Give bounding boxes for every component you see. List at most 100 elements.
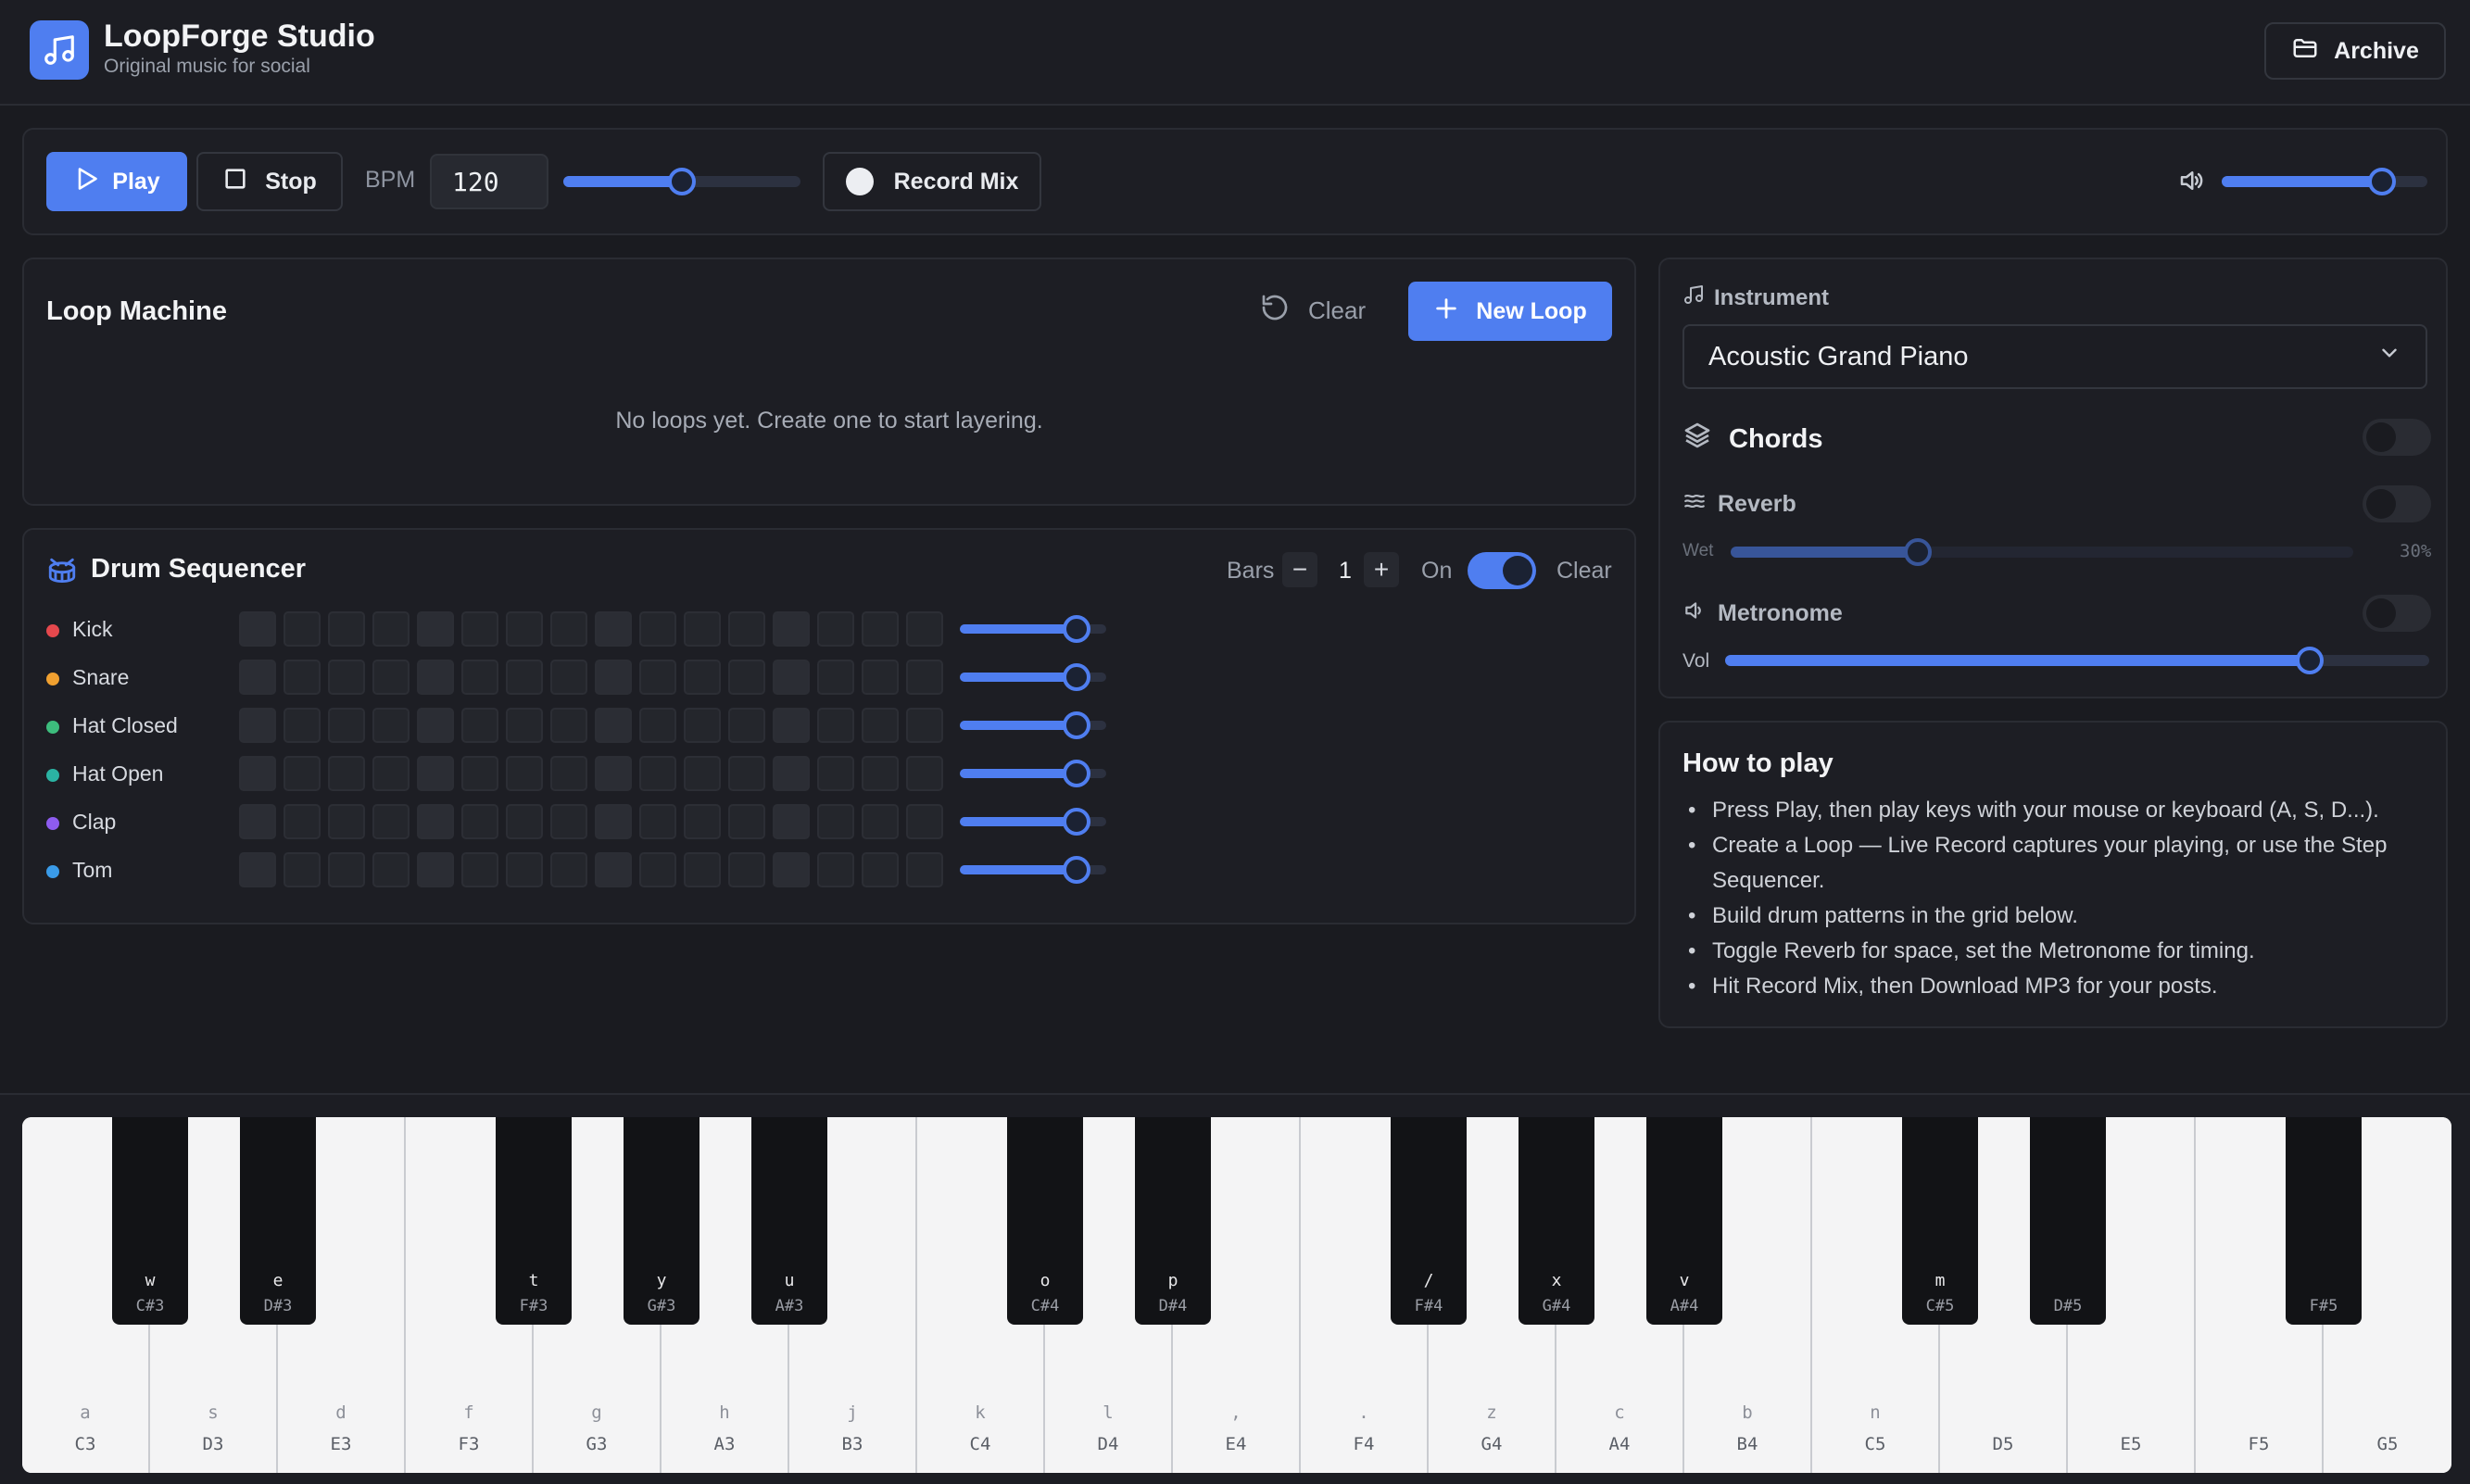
step-cell[interactable] <box>773 852 810 887</box>
step-cell[interactable] <box>284 611 321 647</box>
step-cell[interactable] <box>506 708 543 743</box>
step-cell[interactable] <box>550 611 587 647</box>
black-key[interactable]: / F#4 <box>1391 1117 1467 1325</box>
black-key[interactable]: F#5 <box>2286 1117 2362 1325</box>
step-cell[interactable] <box>372 611 410 647</box>
step-cell[interactable] <box>372 756 410 791</box>
step-cell[interactable] <box>506 611 543 647</box>
record-mix-button[interactable]: Record Mix <box>823 152 1041 211</box>
step-cell[interactable] <box>284 660 321 695</box>
step-cell[interactable] <box>728 852 765 887</box>
track-volume-thumb[interactable] <box>1063 808 1091 836</box>
step-cell[interactable] <box>506 660 543 695</box>
step-cell[interactable] <box>773 756 810 791</box>
black-key[interactable]: p D#4 <box>1135 1117 1211 1325</box>
step-cell[interactable] <box>906 852 943 887</box>
step-cell[interactable] <box>773 660 810 695</box>
step-cell[interactable] <box>239 611 276 647</box>
step-cell[interactable] <box>639 804 676 839</box>
drum-clear-button[interactable]: Clear <box>1556 558 1612 585</box>
step-cell[interactable] <box>639 660 676 695</box>
track-volume-slider[interactable] <box>960 808 1106 836</box>
step-cell[interactable] <box>728 611 765 647</box>
metronome-volume-thumb[interactable] <box>2295 647 2324 674</box>
step-cell[interactable] <box>550 804 587 839</box>
step-cell[interactable] <box>906 660 943 695</box>
track-volume-slider[interactable] <box>960 856 1106 884</box>
track-volume-slider[interactable] <box>960 663 1106 691</box>
step-cell[interactable] <box>284 708 321 743</box>
step-cell[interactable] <box>684 852 721 887</box>
instrument-select[interactable]: Acoustic Grand Piano <box>1682 324 2427 389</box>
black-key[interactable]: v A#4 <box>1646 1117 1722 1325</box>
track-volume-thumb[interactable] <box>1063 856 1091 884</box>
black-key[interactable]: e D#3 <box>240 1117 316 1325</box>
step-cell[interactable] <box>684 708 721 743</box>
black-key[interactable]: u A#3 <box>751 1117 827 1325</box>
black-key[interactable]: m C#5 <box>1902 1117 1978 1325</box>
step-cell[interactable] <box>550 660 587 695</box>
step-cell[interactable] <box>817 708 854 743</box>
play-button[interactable]: Play <box>46 152 187 211</box>
stop-button[interactable]: Stop <box>196 152 343 211</box>
step-cell[interactable] <box>595 611 632 647</box>
step-cell[interactable] <box>417 708 454 743</box>
archive-button[interactable]: Archive <box>2264 22 2446 80</box>
loop-clear-button[interactable]: Clear <box>1260 293 1366 329</box>
track-volume-thumb[interactable] <box>1063 760 1091 787</box>
step-cell[interactable] <box>684 660 721 695</box>
step-cell[interactable] <box>239 708 276 743</box>
black-key[interactable]: w C#3 <box>112 1117 188 1325</box>
step-cell[interactable] <box>417 804 454 839</box>
step-cell[interactable] <box>684 611 721 647</box>
track-volume-thumb[interactable] <box>1063 615 1091 643</box>
bars-increment-button[interactable]: + <box>1364 552 1399 587</box>
step-cell[interactable] <box>239 660 276 695</box>
step-cell[interactable] <box>372 708 410 743</box>
step-cell[interactable] <box>461 611 498 647</box>
step-cell[interactable] <box>728 756 765 791</box>
bpm-slider[interactable] <box>563 168 800 195</box>
step-cell[interactable] <box>417 852 454 887</box>
step-cell[interactable] <box>417 660 454 695</box>
step-cell[interactable] <box>906 804 943 839</box>
step-cell[interactable] <box>284 804 321 839</box>
step-cell[interactable] <box>328 852 365 887</box>
black-key[interactable]: x G#4 <box>1519 1117 1594 1325</box>
metronome-toggle[interactable] <box>2363 595 2431 632</box>
step-cell[interactable] <box>461 804 498 839</box>
step-cell[interactable] <box>506 804 543 839</box>
step-cell[interactable] <box>595 804 632 839</box>
step-cell[interactable] <box>595 660 632 695</box>
black-key[interactable]: o C#4 <box>1007 1117 1083 1325</box>
step-cell[interactable] <box>862 708 899 743</box>
step-cell[interactable] <box>328 804 365 839</box>
step-cell[interactable] <box>506 852 543 887</box>
step-cell[interactable] <box>550 756 587 791</box>
black-key[interactable]: D#5 <box>2030 1117 2106 1325</box>
step-cell[interactable] <box>906 756 943 791</box>
step-cell[interactable] <box>639 708 676 743</box>
bpm-slider-thumb[interactable] <box>668 168 696 195</box>
step-cell[interactable] <box>239 852 276 887</box>
step-cell[interactable] <box>639 852 676 887</box>
step-cell[interactable] <box>862 660 899 695</box>
step-cell[interactable] <box>728 708 765 743</box>
wet-slider-thumb[interactable] <box>1903 538 1932 566</box>
step-cell[interactable] <box>728 660 765 695</box>
step-cell[interactable] <box>684 756 721 791</box>
step-cell[interactable] <box>862 756 899 791</box>
step-cell[interactable] <box>284 852 321 887</box>
step-cell[interactable] <box>817 611 854 647</box>
sequencer-toggle[interactable] <box>1468 552 1536 589</box>
new-loop-button[interactable]: New Loop <box>1408 282 1612 341</box>
step-cell[interactable] <box>817 756 854 791</box>
chords-toggle[interactable] <box>2363 419 2431 456</box>
step-cell[interactable] <box>639 756 676 791</box>
step-cell[interactable] <box>372 660 410 695</box>
step-cell[interactable] <box>417 756 454 791</box>
step-cell[interactable] <box>550 708 587 743</box>
track-volume-slider[interactable] <box>960 615 1106 643</box>
step-cell[interactable] <box>684 804 721 839</box>
step-cell[interactable] <box>328 708 365 743</box>
